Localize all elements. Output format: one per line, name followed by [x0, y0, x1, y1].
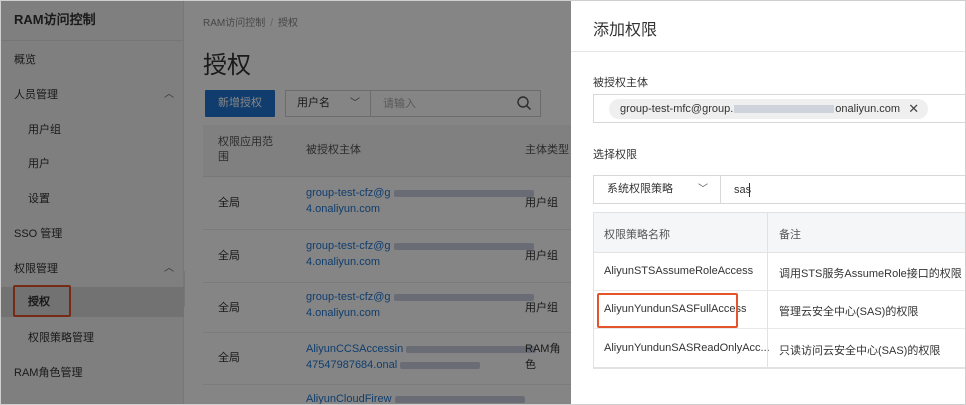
drawer-title: 添加权限 — [593, 22, 658, 39]
policy-type-value: 系统权限策略 — [607, 183, 673, 195]
modal-backdrop[interactable] — [1, 1, 571, 404]
policy-name: AliyunSTSAssumeRoleAccess — [604, 265, 754, 277]
column-header-note: 备注 — [779, 229, 801, 241]
policy-row[interactable]: AliyunSTSAssumeRoleAccess 调用STS服务AssumeR… — [594, 253, 965, 291]
app-window: RAM访问控制 概览 人员管理 ︿ 用户组 用户 设置 SSO 管理 权限管理 ︿ … — [0, 0, 966, 405]
principal-label: 被授权主体 — [593, 77, 648, 89]
column-divider — [767, 213, 768, 367]
text-caret — [749, 183, 750, 197]
policy-table-header: 权限策略名称 备注 — [594, 213, 965, 253]
policy-note: 只读访问云安全中心(SAS)的权限 — [779, 345, 941, 357]
selected-policy-highlight — [597, 293, 738, 328]
policy-type-select[interactable]: 系统权限策略 ﹀ — [593, 175, 721, 204]
redacted-text — [734, 105, 835, 114]
policy-row[interactable]: AliyunYundunSASReadOnlyAcc... 只读访问云安全中心(… — [594, 329, 965, 367]
policy-note: 管理云安全中心(SAS)的权限 — [779, 306, 919, 318]
policy-note: 调用STS服务AssumeRole接口的权限 — [779, 268, 962, 280]
principal-tag: group-test-mfc@group. onaliyun.com ✕ — [609, 99, 929, 119]
principal-field[interactable]: group-test-mfc@group. onaliyun.com ✕ — [593, 94, 965, 123]
close-icon[interactable]: ✕ — [908, 99, 919, 119]
chevron-down-icon: ﹀ — [698, 184, 708, 195]
policy-name: AliyunYundunSASReadOnlyAcc... — [604, 342, 770, 354]
drawer-divider — [571, 51, 965, 52]
column-header-policy-name: 权限策略名称 — [604, 229, 670, 241]
table-bottom-border — [593, 368, 965, 369]
policy-search-field — [721, 175, 965, 204]
policy-table: 权限策略名称 备注 AliyunSTSAssumeRoleAccess 调用ST… — [593, 212, 965, 368]
policy-search-input[interactable] — [721, 176, 965, 203]
add-permission-drawer: 添加权限 被授权主体 group-test-mfc@group. onaliyun… — [571, 1, 965, 404]
policy-label: 选择权限 — [593, 149, 637, 161]
